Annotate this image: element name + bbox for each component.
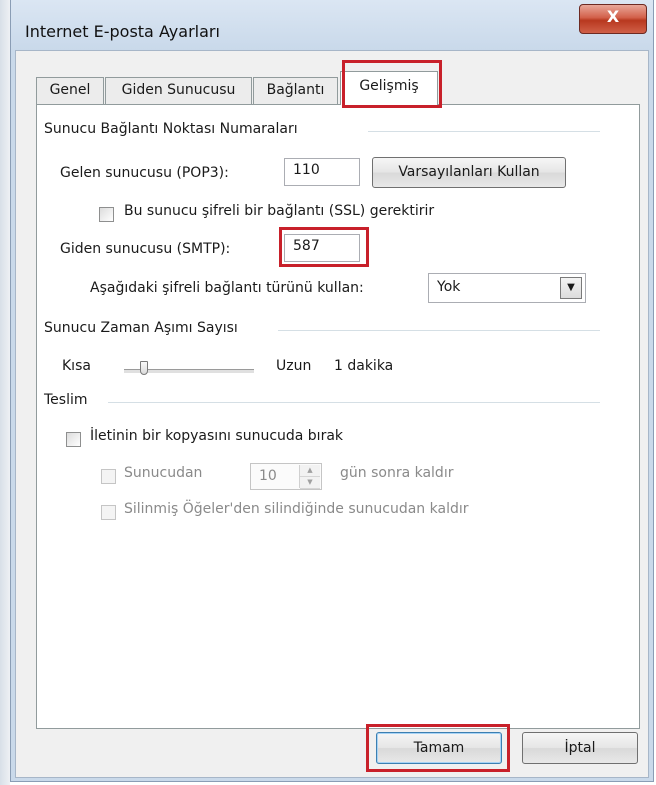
- use-defaults-label: Varsayılanları Kullan: [398, 164, 540, 180]
- leave-copy-label: İletinin bir kopyasını sunucuda bırak: [90, 428, 344, 444]
- cancel-button[interactable]: İptal: [522, 732, 638, 764]
- section-heading-ports: Sunucu Bağlantı Noktası Numaraları: [44, 121, 298, 137]
- close-icon: X: [606, 7, 620, 26]
- remove-after-label: Sunucudan: [124, 465, 203, 481]
- spinner-buttons[interactable]: ▲ ▼: [299, 465, 320, 489]
- tab-highlight-box: [342, 60, 442, 108]
- tab-baglanti[interactable]: Bağlantı: [253, 77, 338, 104]
- leave-copy-checkbox[interactable]: [66, 432, 81, 447]
- close-button[interactable]: X: [579, 4, 647, 34]
- tab-genel[interactable]: Genel: [36, 77, 104, 104]
- ok-button-highlight-box: [366, 724, 510, 772]
- spin-down-icon[interactable]: ▼: [300, 477, 320, 489]
- use-defaults-button[interactable]: Varsayılanları Kullan: [372, 157, 566, 188]
- background-edge: [0, 0, 10, 785]
- cancel-label: İptal: [564, 740, 596, 756]
- spin-up-icon[interactable]: ▲: [300, 465, 320, 477]
- outgoing-port-label: Giden sunucusu (SMTP):: [60, 241, 231, 257]
- section-divider: [368, 131, 600, 132]
- timeout-long-label: Uzun: [276, 358, 312, 374]
- timeout-short-label: Kısa: [62, 358, 91, 374]
- window-title: Internet E-posta Ayarları: [25, 22, 220, 41]
- section-divider: [278, 330, 600, 331]
- ssl-checkbox[interactable]: [99, 207, 114, 222]
- timeout-value: 1 dakika: [334, 358, 394, 374]
- section-heading-delivery: Teslim: [44, 392, 88, 408]
- remove-after-days-value: 10: [259, 468, 277, 484]
- remove-deleted-label: Silinmiş Öğeler'den silindiğinde sunucud…: [124, 501, 469, 517]
- outgoing-port-highlight-box: [279, 227, 369, 267]
- encryption-value: Yok: [437, 279, 461, 295]
- tab-label: Genel: [49, 82, 91, 98]
- chevron-down-icon[interactable]: ▼: [560, 277, 582, 299]
- tab-label: Giden Sunucusu: [121, 82, 236, 98]
- ssl-checkbox-label: Bu sunucu şifreli bir bağlantı (SSL) ger…: [124, 203, 435, 219]
- title-bar: Internet E-posta Ayarları X: [11, 0, 653, 50]
- incoming-port-value: 110: [293, 162, 320, 178]
- remove-deleted-checkbox[interactable]: [101, 505, 116, 520]
- encryption-label: Aşağıdaki şifreli bağlantı türünü kullan…: [90, 280, 364, 296]
- section-divider: [108, 402, 600, 403]
- timeout-slider-thumb[interactable]: [140, 361, 148, 375]
- tab-panel-gelismis: [36, 104, 640, 729]
- encryption-select[interactable]: Yok ▼: [428, 273, 586, 303]
- tab-label: Bağlantı: [266, 82, 325, 98]
- incoming-port-label: Gelen sunucusu (POP3):: [60, 165, 229, 181]
- remove-after-suffix: gün sonra kaldır: [340, 465, 454, 481]
- incoming-port-input[interactable]: 110: [284, 158, 360, 186]
- remove-after-days-spinner[interactable]: 10 ▲ ▼: [250, 463, 322, 490]
- remove-after-checkbox[interactable]: [101, 469, 116, 484]
- section-heading-timeout: Sunucu Zaman Aşımı Sayısı: [44, 320, 238, 336]
- tab-giden-sunucusu[interactable]: Giden Sunucusu: [105, 77, 252, 104]
